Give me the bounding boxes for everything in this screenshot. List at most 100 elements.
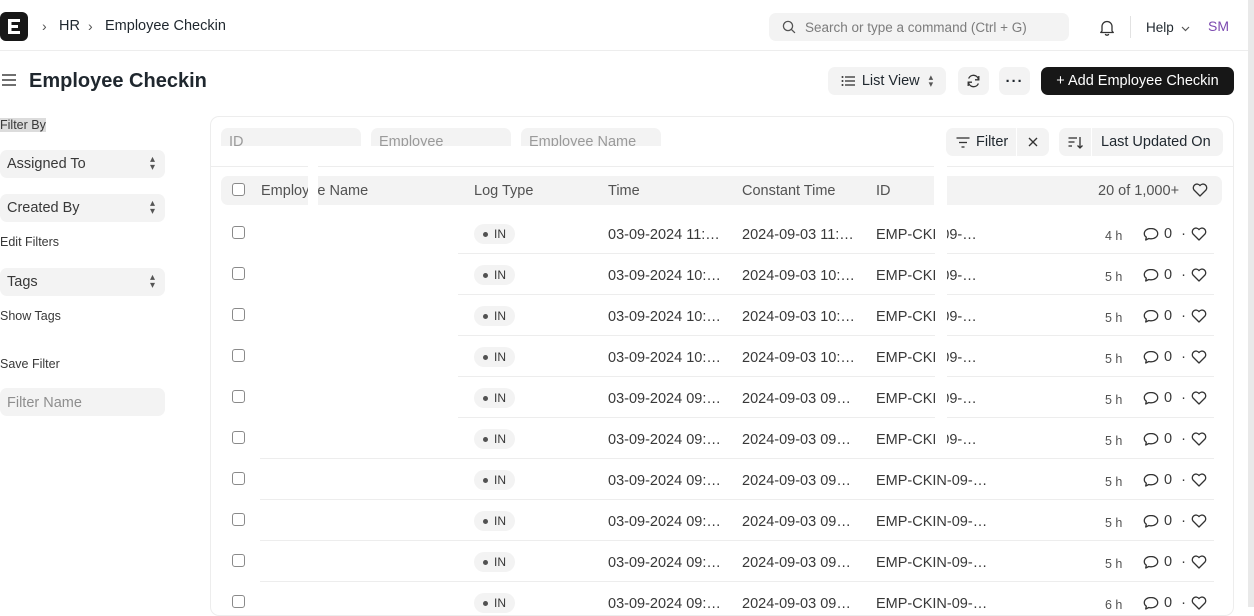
- separator-dot: ·: [1181, 431, 1186, 447]
- row-divider: [260, 499, 1214, 500]
- comment-count[interactable]: 0 ·: [1143, 349, 1186, 365]
- row-checkbox[interactable]: [232, 267, 245, 280]
- comment-count-value: 0: [1164, 390, 1173, 406]
- like-heart-icon[interactable]: [1191, 555, 1207, 569]
- column-constant-time[interactable]: Constant Time: [742, 183, 836, 199]
- column-id[interactable]: ID: [876, 183, 891, 199]
- comment-count-value: 0: [1164, 513, 1173, 529]
- like-heart-icon[interactable]: [1191, 309, 1207, 323]
- comment-count[interactable]: 0 ·: [1143, 513, 1186, 529]
- like-heart-icon[interactable]: [1191, 473, 1207, 487]
- page-scrollbar[interactable]: [1248, 0, 1254, 607]
- column-log-type[interactable]: Log Type: [474, 183, 533, 199]
- row-checkbox[interactable]: [232, 472, 245, 485]
- id-cell[interactable]: EMP-CKIN-09-…: [876, 555, 987, 571]
- row-checkbox[interactable]: [232, 226, 245, 239]
- refresh-icon: [967, 74, 980, 88]
- user-avatar[interactable]: SM: [1208, 18, 1229, 34]
- select-all-checkbox[interactable]: [232, 183, 245, 196]
- refresh-button[interactable]: [958, 67, 989, 95]
- comment-count[interactable]: 0 ·: [1143, 226, 1186, 242]
- row-checkbox[interactable]: [232, 349, 245, 362]
- notification-bell-icon[interactable]: [1099, 19, 1115, 36]
- created-by-select[interactable]: Created By ▴ ▾: [0, 194, 165, 222]
- comment-icon: [1143, 391, 1159, 405]
- separator-dot: ·: [1181, 390, 1186, 406]
- comment-icon: [1143, 309, 1159, 323]
- modified-ago: 6 h: [1105, 598, 1123, 612]
- log-type-badge: IN: [474, 265, 515, 285]
- like-heart-icon[interactable]: [1191, 227, 1207, 241]
- top-navbar: › HR › Employee Checkin Search or type a…: [0, 4, 1254, 51]
- comment-count[interactable]: 0 ·: [1143, 267, 1186, 283]
- row-checkbox[interactable]: [232, 431, 245, 444]
- more-actions-button[interactable]: ···: [999, 67, 1030, 95]
- comment-count[interactable]: 0 ·: [1143, 308, 1186, 324]
- sort-order-icon[interactable]: [1068, 136, 1083, 149]
- breadcrumb-employee-checkin[interactable]: Employee Checkin: [105, 18, 226, 34]
- modified-ago: 5 h: [1105, 557, 1123, 571]
- log-type-value: IN: [494, 350, 506, 364]
- like-heart-icon[interactable]: [1191, 514, 1207, 528]
- sidebar-toggle-icon[interactable]: [2, 74, 16, 86]
- id-cell[interactable]: EMP-CKIN-09-…: [876, 473, 987, 489]
- constant-time-cell: 2024-09-03 10:…: [742, 309, 855, 325]
- like-heart-icon[interactable]: [1191, 268, 1207, 282]
- breadcrumb-hr[interactable]: HR: [59, 18, 80, 34]
- row-checkbox[interactable]: [232, 554, 245, 567]
- heart-icon[interactable]: [1192, 183, 1208, 197]
- comment-count[interactable]: 0 ·: [1143, 554, 1186, 570]
- row-checkbox[interactable]: [232, 595, 245, 608]
- app-logo[interactable]: [0, 12, 28, 41]
- show-tags-link[interactable]: Show Tags: [0, 309, 61, 323]
- chevron-down-icon: [1181, 26, 1189, 32]
- tags-select[interactable]: Tags ▴ ▾: [0, 268, 165, 296]
- filter-name-input[interactable]: Filter Name: [0, 388, 165, 416]
- row-divider: [458, 294, 1214, 295]
- id-prefix: EMP-CKI: [876, 391, 937, 407]
- id-cell[interactable]: EMP-CKI-09-…: [876, 391, 977, 407]
- status-dot-icon: [483, 600, 488, 606]
- status-dot-icon: [483, 436, 488, 442]
- sort-label[interactable]: Last Updated On: [1101, 134, 1211, 150]
- id-cell[interactable]: EMP-CKI-09-…: [876, 432, 977, 448]
- id-cell[interactable]: EMP-CKIN-09-…: [876, 514, 987, 530]
- id-cell[interactable]: EMP-CKI-09-…: [876, 309, 977, 325]
- list-view-switcher[interactable]: List View ▴ ▾: [828, 67, 946, 95]
- constant-time-cell: 2024-09-03 09…: [742, 596, 851, 612]
- id-cell[interactable]: EMP-CKI-09-…: [876, 350, 977, 366]
- status-dot-icon: [483, 395, 488, 401]
- comment-icon: [1143, 350, 1159, 364]
- comment-count[interactable]: 0 ·: [1143, 390, 1186, 406]
- row-divider: [458, 253, 1214, 254]
- like-heart-icon[interactable]: [1191, 596, 1207, 610]
- like-heart-icon[interactable]: [1191, 350, 1207, 364]
- search-bar[interactable]: Search or type a command (Ctrl + G): [769, 13, 1069, 41]
- comment-count[interactable]: 0 ·: [1143, 431, 1186, 447]
- sort-selector[interactable]: Last Updated On: [1059, 128, 1223, 156]
- created-by-label: Created By: [7, 200, 80, 216]
- edit-filters-link[interactable]: Edit Filters: [0, 235, 59, 249]
- row-divider: [458, 376, 1214, 377]
- log-type-value: IN: [494, 514, 506, 528]
- assigned-to-select[interactable]: Assigned To ▴ ▾: [0, 150, 165, 178]
- row-divider: [260, 581, 1214, 582]
- modified-ago: 5 h: [1105, 516, 1123, 530]
- row-checkbox[interactable]: [232, 513, 245, 526]
- comment-count[interactable]: 0 ·: [1143, 595, 1186, 611]
- id-cell[interactable]: EMP-CKIN-09-…: [876, 596, 987, 612]
- like-heart-icon[interactable]: [1191, 432, 1207, 446]
- row-checkbox[interactable]: [232, 308, 245, 321]
- row-checkbox[interactable]: [232, 390, 245, 403]
- log-type-badge: IN: [474, 470, 515, 490]
- log-type-badge: IN: [474, 511, 515, 531]
- clear-filter-icon[interactable]: [1028, 137, 1038, 147]
- list-icon: [841, 76, 855, 86]
- comment-count[interactable]: 0 ·: [1143, 472, 1186, 488]
- help-dropdown[interactable]: Help: [1146, 20, 1190, 35]
- id-cell[interactable]: EMP-CKI-09-…: [876, 227, 977, 243]
- id-cell[interactable]: EMP-CKI-09-…: [876, 268, 977, 284]
- column-time[interactable]: Time: [608, 183, 640, 199]
- like-heart-icon[interactable]: [1191, 391, 1207, 405]
- add-employee-checkin-button[interactable]: + Add Employee Checkin: [1041, 67, 1234, 95]
